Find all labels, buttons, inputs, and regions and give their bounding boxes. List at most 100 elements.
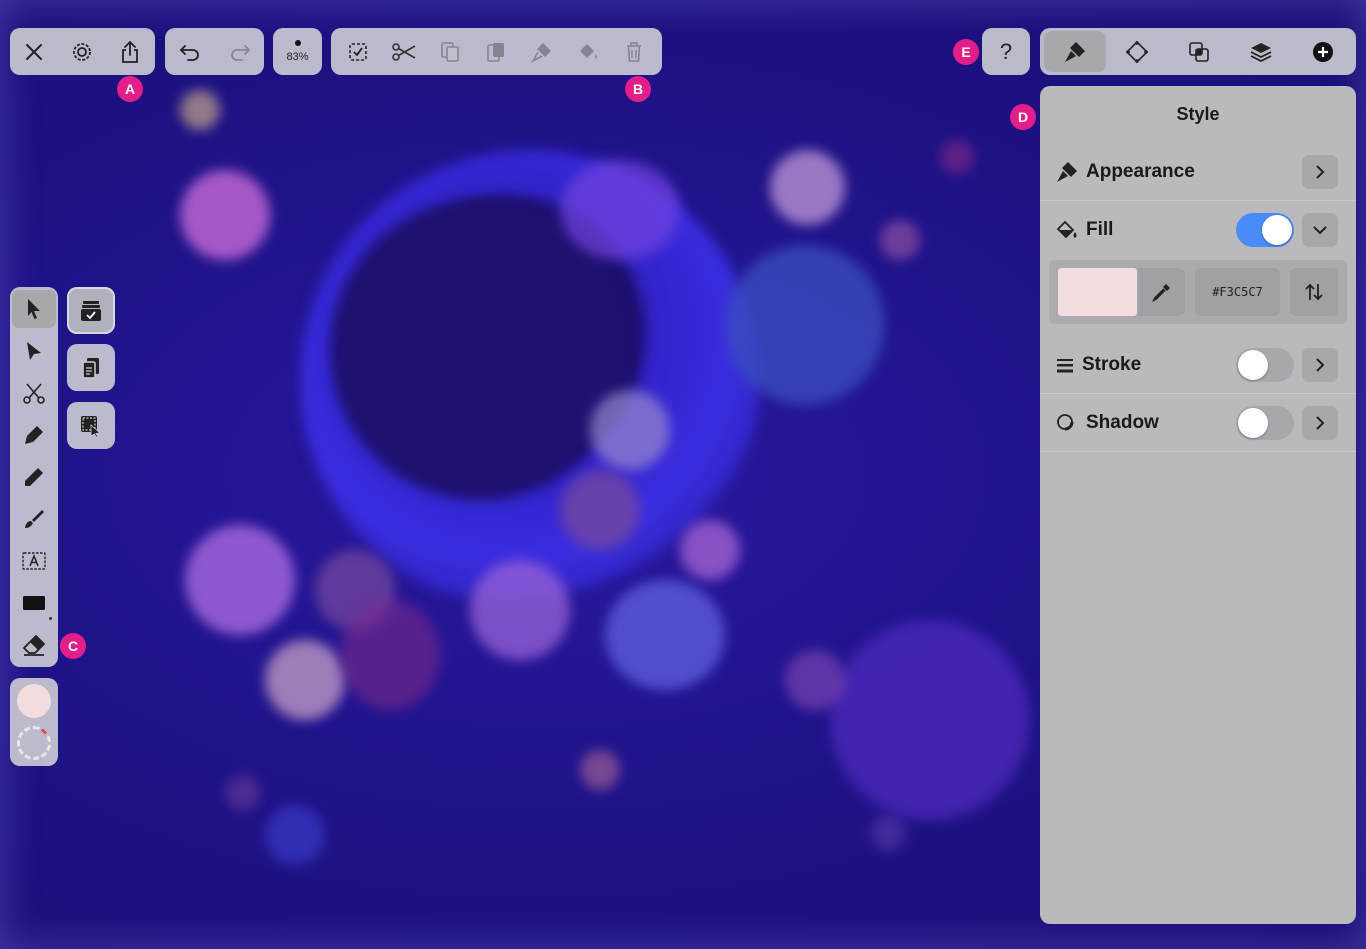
paste-style-button[interactable]	[565, 28, 611, 75]
selection-action-1[interactable]	[67, 287, 115, 334]
delete-button[interactable]	[611, 28, 657, 75]
appearance-expand-button[interactable]	[1302, 155, 1338, 189]
edit-toolbar	[331, 28, 662, 75]
tab-style[interactable]	[1044, 31, 1106, 72]
fill-row[interactable]: Fill	[1040, 201, 1356, 259]
stroke-label: Stroke	[1082, 353, 1142, 375]
canvas-bubble	[340, 600, 440, 710]
shape-tab-icon	[1125, 40, 1149, 63]
undo-button[interactable]	[165, 28, 215, 75]
canvas-bubble	[185, 525, 295, 635]
stroke-color-well[interactable]	[17, 726, 51, 760]
canvas-bubble	[590, 390, 670, 470]
help-button[interactable]: ?	[982, 28, 1030, 75]
layers-tab-icon	[1250, 42, 1272, 62]
copy-style-icon	[531, 42, 551, 63]
canvas-bubble	[725, 245, 885, 405]
chevron-right-icon	[1316, 165, 1325, 179]
canvas-bubble	[880, 220, 920, 260]
callout-c: C	[60, 633, 86, 659]
canvas-bubble	[830, 620, 1030, 820]
hex-value-button[interactable]: #F3C5C7	[1195, 268, 1280, 316]
cut-icon	[392, 42, 416, 61]
pencil-icon	[25, 468, 43, 486]
history-toolbar	[165, 28, 264, 75]
chevron-right-icon	[1316, 358, 1325, 372]
appearance-label: Appearance	[1086, 160, 1195, 182]
arrow-pointer-icon	[28, 299, 40, 319]
stroke-lines-icon	[1057, 358, 1073, 372]
stroke-toggle-knob	[1238, 350, 1268, 380]
callout-a: A	[117, 76, 143, 102]
tab-layers[interactable]	[1230, 31, 1292, 72]
appearance-row[interactable]: Appearance	[1040, 143, 1356, 201]
cut-button[interactable]	[381, 28, 427, 75]
selection-action-3[interactable]	[67, 402, 115, 449]
tab-arrange[interactable]	[1168, 31, 1230, 72]
shadow-expand-button[interactable]	[1302, 406, 1338, 440]
canvas-bubble	[560, 470, 640, 550]
share-button[interactable]	[106, 28, 154, 75]
paste-button[interactable]	[473, 28, 519, 75]
inspector-tabs	[1040, 28, 1356, 75]
chevron-right-icon	[1316, 416, 1325, 430]
arrange-tab-icon	[1189, 41, 1209, 62]
stroke-expand-button[interactable]	[1302, 348, 1338, 382]
swap-colors-button[interactable]	[1290, 268, 1338, 316]
share-icon	[122, 40, 138, 63]
zoom-control[interactable]: 83%	[273, 28, 322, 75]
callout-d: D	[1010, 104, 1036, 130]
color-swatches	[10, 678, 58, 766]
scissors-tool[interactable]	[12, 374, 56, 412]
eraser-icon	[22, 634, 46, 656]
zoom-label: 83%	[286, 51, 309, 63]
rectangle-icon	[23, 596, 45, 610]
chevron-down-icon	[1313, 226, 1327, 235]
callout-e: E	[953, 39, 979, 65]
canvas-bubble	[180, 90, 220, 130]
redo-icon	[230, 44, 250, 61]
style-panel: Style Appearance Fill #F3C5C7 Stroke Sha…	[1040, 86, 1356, 924]
node-pointer-icon	[27, 342, 41, 360]
stroke-toggle[interactable]	[1236, 348, 1294, 382]
shape-tool[interactable]	[12, 584, 56, 622]
shadow-row[interactable]: Shadow	[1040, 394, 1356, 452]
archive-check-icon	[81, 300, 101, 321]
eraser-tool[interactable]	[12, 626, 56, 664]
fill-color-well[interactable]	[17, 684, 51, 718]
eyedropper-button[interactable]	[1138, 268, 1185, 316]
fill-bucket-icon	[1056, 220, 1077, 239]
select-tool[interactable]	[12, 290, 56, 328]
help-label: ?	[999, 38, 1013, 64]
text-tool[interactable]	[12, 542, 56, 580]
fill-collapse-button[interactable]	[1302, 213, 1338, 247]
brush-tool[interactable]	[12, 500, 56, 538]
copy-button[interactable]	[427, 28, 473, 75]
pencil-tool[interactable]	[12, 458, 56, 496]
copy-icon	[441, 41, 459, 62]
pen-tool[interactable]	[12, 416, 56, 454]
fill-color-swatch[interactable]	[1058, 268, 1137, 316]
paste-style-icon	[580, 43, 597, 59]
tab-shape[interactable]	[1106, 31, 1168, 72]
add-icon	[1313, 41, 1333, 62]
redo-button[interactable]	[215, 28, 264, 75]
more-indicator-dot	[49, 617, 52, 620]
fill-toggle-knob	[1262, 215, 1292, 245]
eyedropper-icon	[1151, 284, 1170, 302]
fill-toggle[interactable]	[1236, 213, 1294, 247]
canvas-bubble	[785, 650, 845, 710]
direct-select-tool[interactable]	[12, 332, 56, 370]
canvas-bubble	[940, 140, 974, 174]
canvas-bubble	[870, 815, 906, 851]
tab-add[interactable]	[1292, 31, 1354, 72]
selection-action-2[interactable]	[67, 344, 115, 391]
shadow-toggle[interactable]	[1236, 406, 1294, 440]
pen-nib-icon	[25, 426, 43, 444]
canvas-bubble	[605, 580, 725, 690]
close-button[interactable]	[10, 28, 58, 75]
copy-style-button[interactable]	[519, 28, 565, 75]
select-all-button[interactable]	[335, 28, 381, 75]
settings-button[interactable]	[58, 28, 106, 75]
stroke-row[interactable]: Stroke	[1040, 336, 1356, 394]
